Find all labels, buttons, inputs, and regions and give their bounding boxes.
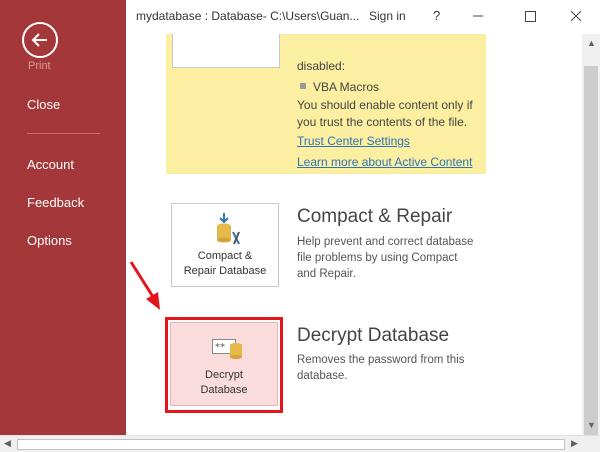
vertical-scroll-thumb[interactable] [584, 66, 598, 448]
scroll-left-icon[interactable]: ◀ [4, 438, 11, 449]
window-title: mydatabase : Database- C:\Users\Guan... [136, 9, 360, 23]
close-icon [570, 10, 582, 22]
nav-item-options[interactable]: Options [27, 233, 72, 248]
compact-repair-button[interactable]: Compact & Repair Database [171, 203, 279, 287]
help-button[interactable]: ? [433, 8, 440, 23]
nav-item-feedback[interactable]: Feedback [27, 195, 84, 210]
close-window-button[interactable] [562, 4, 590, 28]
decrypt-desc-line1: Removes the password from this [297, 354, 465, 366]
compact-card-line1: Compact & [197, 250, 253, 262]
learn-more-active-content-link[interactable]: Learn more about Active Content [297, 155, 472, 169]
horizontal-scrollbar[interactable]: ◀ ▶ [0, 435, 600, 452]
maximize-button[interactable] [516, 4, 544, 28]
back-arrow-icon [31, 33, 47, 47]
security-warning-panel: disabled: VBA Macros You should enable c… [166, 34, 486, 174]
nav-item-account[interactable]: Account [27, 157, 74, 172]
decrypt-database-title: Decrypt Database [297, 325, 450, 346]
compact-desc-line1: Help prevent and correct database [297, 236, 474, 248]
scroll-up-icon[interactable]: ▲ [587, 38, 596, 48]
compact-desc-line3: and Repair. [297, 268, 356, 280]
minimize-button[interactable] [464, 4, 492, 28]
enable-content-button[interactable] [172, 34, 280, 68]
compact-repair-icon [217, 213, 240, 245]
trust-center-settings-link[interactable]: Trust Center Settings [297, 134, 410, 148]
horizontal-scroll-thumb[interactable] [17, 439, 565, 450]
bullet-icon [300, 83, 306, 89]
compact-desc-line2: file problems by using Compact [297, 252, 458, 264]
sign-in-link[interactable]: Sign in [369, 9, 406, 23]
back-button[interactable] [22, 22, 58, 58]
warning-line-2: you trust the contents of the file. [297, 115, 468, 129]
backstage-nav: Print Close Account Feedback Options [0, 0, 126, 452]
decrypt-database-icon: ** [212, 339, 242, 359]
annotation-arrow [129, 261, 160, 310]
warning-line-1: You should enable content only if [297, 98, 473, 112]
nav-item-print[interactable]: Print [28, 60, 51, 72]
title-bar: mydatabase : Database- C:\Users\Guan... … [126, 0, 600, 34]
decrypt-card-line1: Decrypt [205, 369, 243, 381]
decrypt-database-button[interactable]: ** Decrypt Database [170, 322, 278, 406]
vertical-scrollbar[interactable]: ▲ ▼ [582, 34, 600, 448]
maximize-icon [525, 11, 536, 22]
decrypt-database-desc: Removes the password from this database. [297, 352, 487, 384]
nav-divider [27, 133, 100, 134]
warning-bullet-vba: VBA Macros [313, 80, 380, 94]
warning-disabled-text: disabled: [297, 59, 346, 73]
decrypt-desc-line2: database. [297, 370, 348, 382]
nav-item-close[interactable]: Close [27, 97, 60, 112]
minimize-icon [473, 15, 483, 17]
compact-repair-desc: Help prevent and correct database file p… [297, 234, 487, 282]
decrypt-card-line2: Database [200, 384, 248, 396]
scroll-right-icon[interactable]: ▶ [571, 438, 578, 449]
scroll-down-icon[interactable]: ▼ [587, 420, 596, 430]
compact-repair-title: Compact & Repair [297, 206, 453, 227]
compact-card-line2: Repair Database [183, 265, 267, 277]
svg-text:**: ** [215, 342, 225, 353]
